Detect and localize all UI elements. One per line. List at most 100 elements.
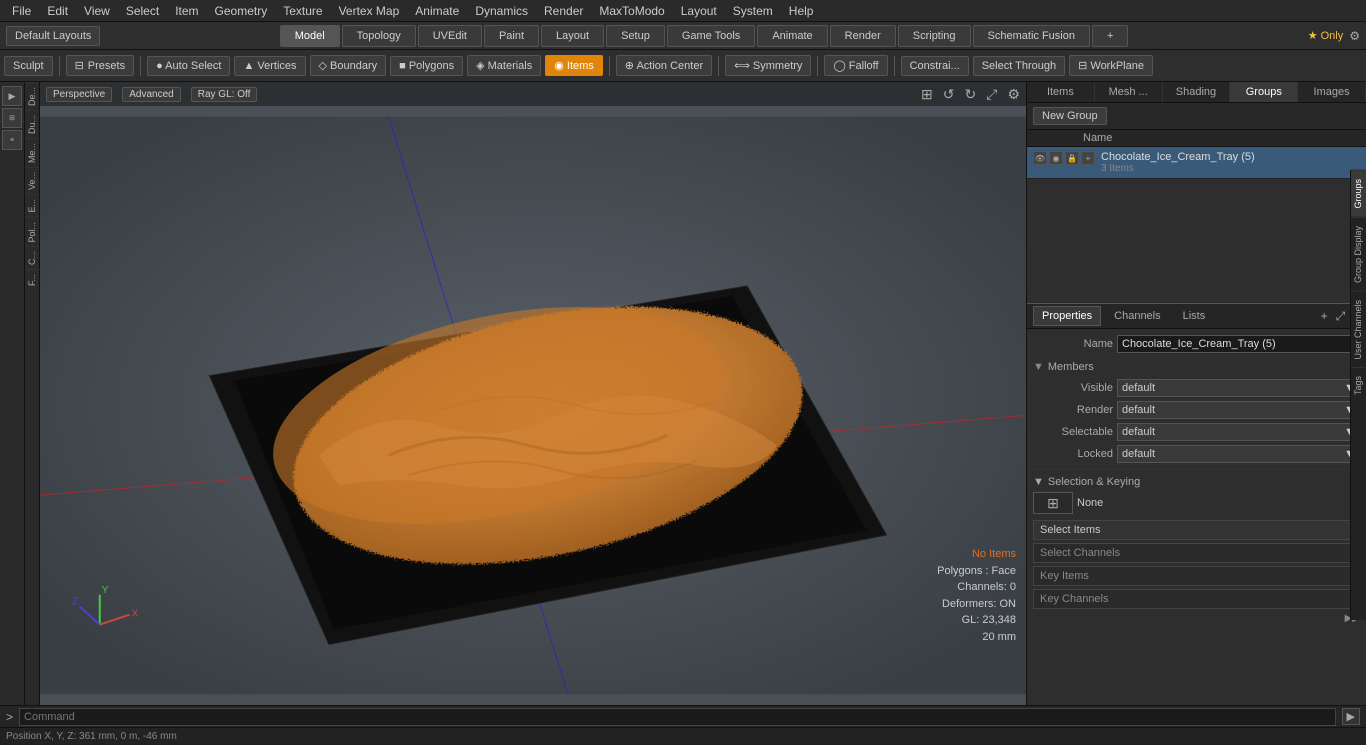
workplane-btn[interactable]: ⊟ WorkPlane bbox=[1069, 55, 1153, 76]
viewport-icon-2[interactable]: ↺ bbox=[943, 86, 955, 103]
tab-render[interactable]: Render bbox=[830, 25, 896, 47]
viewport-icon-4[interactable]: ⤢ bbox=[986, 86, 997, 103]
locked-select[interactable]: default▼ bbox=[1117, 445, 1360, 463]
tab-uvedit[interactable]: UVEdit bbox=[418, 25, 482, 47]
eye-icon[interactable]: 👁 bbox=[1033, 151, 1047, 165]
tab-game-tools[interactable]: Game Tools bbox=[667, 25, 756, 47]
label-c[interactable]: C... bbox=[25, 246, 39, 269]
expand-icon[interactable]: + bbox=[1081, 151, 1095, 165]
left-tool-1[interactable]: ▶ bbox=[2, 86, 22, 106]
polygons-btn[interactable]: ■ Polygons bbox=[390, 56, 463, 76]
tab-layout[interactable]: Layout bbox=[541, 25, 604, 47]
key-items-btn[interactable]: Key Items bbox=[1033, 566, 1360, 586]
selectable-select[interactable]: default▼ bbox=[1117, 423, 1360, 441]
tab-topology[interactable]: Topology bbox=[342, 25, 416, 47]
menu-geometry[interactable]: Geometry bbox=[207, 2, 276, 20]
new-group-btn[interactable]: New Group bbox=[1033, 107, 1107, 125]
lock-icon[interactable]: 🔒 bbox=[1065, 151, 1079, 165]
presets-btn[interactable]: ⊟ Presets bbox=[66, 55, 135, 76]
left-tool-3[interactable]: ≡ bbox=[2, 130, 22, 150]
tab-schematic-fusion[interactable]: Schematic Fusion bbox=[973, 25, 1090, 47]
label-de[interactable]: De... bbox=[25, 82, 39, 110]
visible-select[interactable]: default▼ bbox=[1117, 379, 1360, 397]
viewport[interactable]: Perspective Advanced Ray GL: Off ⊞ ↺ ↻ ⤢… bbox=[40, 82, 1026, 705]
props-tab-lists[interactable]: Lists bbox=[1174, 306, 1215, 326]
label-pol[interactable]: Pol... bbox=[25, 217, 39, 247]
left-tool-2[interactable]: ⊞ bbox=[2, 108, 22, 128]
rp-tab-images[interactable]: Images bbox=[1298, 82, 1366, 102]
select-channels-btn[interactable]: Select Channels bbox=[1033, 543, 1360, 563]
render-select[interactable]: default▼ bbox=[1117, 401, 1360, 419]
select-items-btn[interactable]: Select Items bbox=[1033, 520, 1360, 540]
group-item[interactable]: 👁 ◉ 🔒 + Chocolate_Ice_Cream_Tray (5) 3 I… bbox=[1027, 147, 1366, 179]
vertices-btn[interactable]: ▲ Vertices bbox=[234, 56, 305, 76]
default-layouts-btn[interactable]: Default Layouts bbox=[6, 26, 100, 46]
rp-tab-groups[interactable]: Groups bbox=[1230, 82, 1298, 102]
menu-texture[interactable]: Texture bbox=[275, 2, 330, 20]
menu-animate[interactable]: Animate bbox=[407, 2, 467, 20]
advanced-btn[interactable]: Advanced bbox=[122, 87, 180, 102]
section-arrow: ▼ bbox=[1033, 361, 1044, 373]
symmetry-btn[interactable]: ⟺ Symmetry bbox=[725, 55, 811, 76]
name-input[interactable] bbox=[1117, 335, 1360, 353]
props-tab-add[interactable]: + bbox=[1317, 307, 1332, 325]
label-du[interactable]: Du... bbox=[25, 110, 39, 138]
rp-tab-shading[interactable]: Shading bbox=[1163, 82, 1231, 102]
props-tab-properties[interactable]: Properties bbox=[1033, 306, 1101, 326]
command-input[interactable] bbox=[19, 708, 1336, 726]
tab-model[interactable]: Model bbox=[280, 25, 340, 47]
tool-bar: Sculpt ⊟ Presets ● Auto Select ▲ Vertice… bbox=[0, 50, 1366, 82]
rvtab-groups[interactable]: Groups bbox=[1351, 170, 1366, 217]
menu-dynamics[interactable]: Dynamics bbox=[467, 2, 536, 20]
rp-tab-items[interactable]: Items bbox=[1027, 82, 1095, 102]
menu-render[interactable]: Render bbox=[536, 2, 591, 20]
menu-layout[interactable]: Layout bbox=[673, 2, 725, 20]
menu-select[interactable]: Select bbox=[118, 2, 167, 20]
auto-select-btn[interactable]: ● Auto Select bbox=[147, 56, 230, 76]
select-through-btn[interactable]: Select Through bbox=[973, 56, 1065, 76]
cmd-execute-btn[interactable]: ▶ bbox=[1342, 708, 1360, 725]
sk-grid-icon[interactable]: ⊞ bbox=[1033, 492, 1073, 514]
rvtab-tags[interactable]: Tags bbox=[1351, 367, 1366, 403]
viewport-icon-1[interactable]: ⊞ bbox=[921, 86, 933, 103]
members-section[interactable]: ▼ Members bbox=[1033, 361, 1360, 373]
falloff-btn[interactable]: ◯ Falloff bbox=[824, 55, 887, 76]
menu-file[interactable]: File bbox=[4, 2, 39, 20]
svg-text:X: X bbox=[132, 609, 139, 620]
selection-keying-title[interactable]: ▼ Selection & Keying bbox=[1033, 476, 1360, 488]
ray-gl-btn[interactable]: Ray GL: Off bbox=[191, 87, 258, 102]
menu-help[interactable]: Help bbox=[781, 2, 822, 20]
perspective-btn[interactable]: Perspective bbox=[46, 87, 112, 102]
rp-tab-mesh[interactable]: Mesh ... bbox=[1095, 82, 1163, 102]
props-tab-channels[interactable]: Channels bbox=[1105, 306, 1169, 326]
tab-animate[interactable]: Animate bbox=[757, 25, 827, 47]
label-me[interactable]: Me... bbox=[25, 138, 39, 167]
props-expand-icon[interactable]: ⤢ bbox=[1336, 309, 1346, 324]
settings-icon[interactable]: ⚙ bbox=[1349, 29, 1360, 43]
menu-item[interactable]: Item bbox=[167, 2, 206, 20]
tab-paint[interactable]: Paint bbox=[484, 25, 539, 47]
viewport-icon-3[interactable]: ↻ bbox=[965, 86, 977, 103]
label-f[interactable]: F... bbox=[25, 269, 39, 290]
items-btn[interactable]: ◉ Items bbox=[545, 55, 603, 76]
rvtab-group-display[interactable]: Group Display bbox=[1351, 217, 1366, 291]
rvtab-user-channels[interactable]: User Channels bbox=[1351, 291, 1366, 368]
menu-view[interactable]: View bbox=[76, 2, 118, 20]
menu-system[interactable]: System bbox=[725, 2, 781, 20]
tab-add[interactable]: + bbox=[1092, 25, 1128, 47]
tab-scripting[interactable]: Scripting bbox=[898, 25, 971, 47]
render-icon[interactable]: ◉ bbox=[1049, 151, 1063, 165]
menu-maxtomodo[interactable]: MaxToModo bbox=[591, 2, 672, 20]
viewport-icon-5[interactable]: ⚙ bbox=[1007, 86, 1020, 103]
label-e[interactable]: E... bbox=[25, 194, 39, 217]
materials-btn[interactable]: ◈ Materials bbox=[467, 55, 541, 76]
sculpt-btn[interactable]: Sculpt bbox=[4, 56, 53, 76]
constrain-btn[interactable]: Constrai... bbox=[901, 56, 969, 76]
boundary-btn[interactable]: ◇ Boundary bbox=[310, 55, 387, 76]
menu-vertex-map[interactable]: Vertex Map bbox=[331, 2, 408, 20]
label-ve[interactable]: Ve... bbox=[25, 167, 39, 194]
tab-setup[interactable]: Setup bbox=[606, 25, 665, 47]
key-channels-btn[interactable]: Key Channels bbox=[1033, 589, 1360, 609]
action-center-btn[interactable]: ⊕ Action Center bbox=[616, 55, 712, 76]
menu-edit[interactable]: Edit bbox=[39, 2, 76, 20]
